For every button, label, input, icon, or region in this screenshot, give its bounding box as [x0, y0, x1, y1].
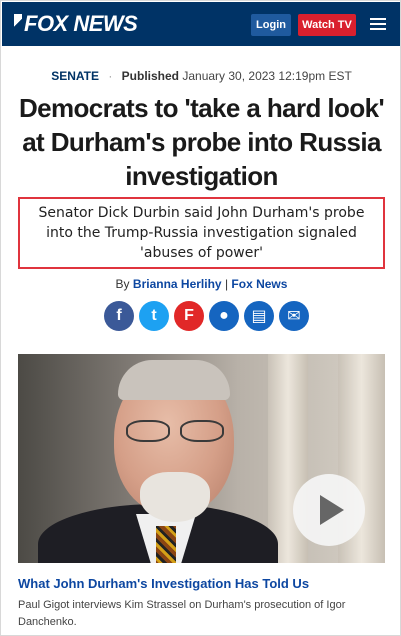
byline-separator: | [224, 277, 229, 291]
hamburger-menu-icon[interactable] [370, 18, 386, 30]
fox-news-logo[interactable]: FOX NEWS [14, 11, 138, 37]
play-button-icon[interactable] [293, 474, 365, 546]
published-label: Published [121, 69, 180, 83]
login-button[interactable]: Login [251, 14, 291, 36]
email-icon[interactable]: ✉ [279, 301, 309, 331]
comment-icon[interactable]: ● [209, 301, 239, 331]
byline: By Brianna Herlihy | Fox News [1, 277, 400, 291]
thumbnail-glasses [122, 420, 230, 442]
flipboard-icon[interactable]: F [174, 301, 204, 331]
article-headline: Democrats to 'take a hard look' at Durha… [18, 93, 385, 191]
twitter-icon[interactable]: t [139, 301, 169, 331]
logo-text: FOX NEWS [24, 11, 138, 36]
published-date: January 30, 2023 12:19pm EST [182, 69, 352, 83]
site-header: FOX NEWS Login Watch TV [2, 2, 400, 46]
thumbnail-beard [140, 472, 210, 522]
logo-mark-icon [14, 14, 22, 34]
meta-separator: · [108, 69, 113, 83]
thumbnail-tie [156, 526, 176, 563]
video-title[interactable]: What John Durham's Investigation Has Tol… [18, 576, 385, 591]
article-subhead: Senator Dick Durbin said John Durham's p… [38, 205, 365, 261]
outlet-link[interactable]: Fox News [231, 277, 287, 291]
video-description: Paul Gigot interviews Kim Strassel on Du… [18, 599, 346, 628]
byline-prefix: By [115, 277, 130, 291]
thumbnail-hair [118, 360, 230, 400]
article-meta: SENATE · Published January 30, 2023 12:1… [1, 69, 400, 83]
author-link[interactable]: Brianna Herlihy [133, 277, 222, 291]
video-player[interactable] [18, 354, 385, 563]
page: FOX NEWS Login Watch TV SENATE · Publish… [0, 0, 401, 636]
print-icon[interactable]: ▤ [244, 301, 274, 331]
section-link[interactable]: SENATE [51, 69, 99, 83]
watch-tv-button[interactable]: Watch TV [298, 14, 356, 36]
facebook-icon[interactable]: f [104, 301, 134, 331]
share-bar: f t F ● ▤ ✉ [104, 301, 309, 333]
